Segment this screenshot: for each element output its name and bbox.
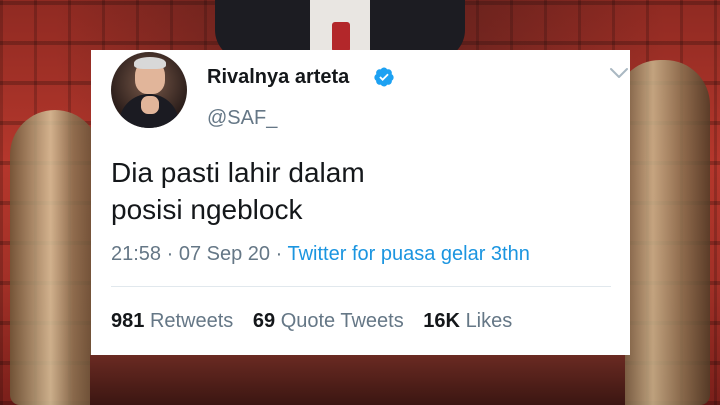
retweets-stat[interactable]: 981 Retweets [111,310,239,332]
retweets-label: Retweets [149,310,234,332]
avatar[interactable] [111,52,187,128]
display-name[interactable]: Rivalnya arteta [207,66,349,89]
tweet-text-line: posisi ngeblock [111,194,303,225]
likes-count: 16K [423,310,460,332]
tweet-source-link[interactable]: Twitter for puasa gelar 3thn [288,243,530,265]
tweet-date[interactable]: 07 Sep 20 [179,243,270,265]
tweet-text: Dia pasti lahir dalam posisi ngeblock [111,154,611,228]
tweet-stats: 981 Retweets 69 Quote Tweets 16K Likes [111,310,526,333]
tweet-time[interactable]: 21:58 [111,243,161,265]
meta-separator: · [275,243,283,265]
quote-tweets-stat[interactable]: 69 Quote Tweets [253,310,409,332]
verified-badge-icon [374,67,394,87]
divider [111,286,611,287]
likes-stat[interactable]: 16K Likes [423,310,512,332]
tweet-meta: 21:58 · 07 Sep 20 · Twitter for puasa ge… [111,243,530,266]
quote-tweets-count: 69 [252,310,276,332]
retweets-count: 981 [111,310,145,332]
likes-label: Likes [465,310,513,332]
chevron-down-icon[interactable] [609,66,629,80]
user-handle[interactable]: @SAF_ [207,107,277,130]
trophy-left [10,110,100,405]
tweet-card: Rivalnya arteta @SAF_ Dia pasti lahir da… [91,50,630,355]
tweet-text-line: Dia pasti lahir dalam [111,157,365,188]
quote-tweets-label: Quote Tweets [280,310,404,332]
person-tie [332,22,350,52]
meta-separator: · [166,243,174,265]
background-bottom [90,355,625,405]
